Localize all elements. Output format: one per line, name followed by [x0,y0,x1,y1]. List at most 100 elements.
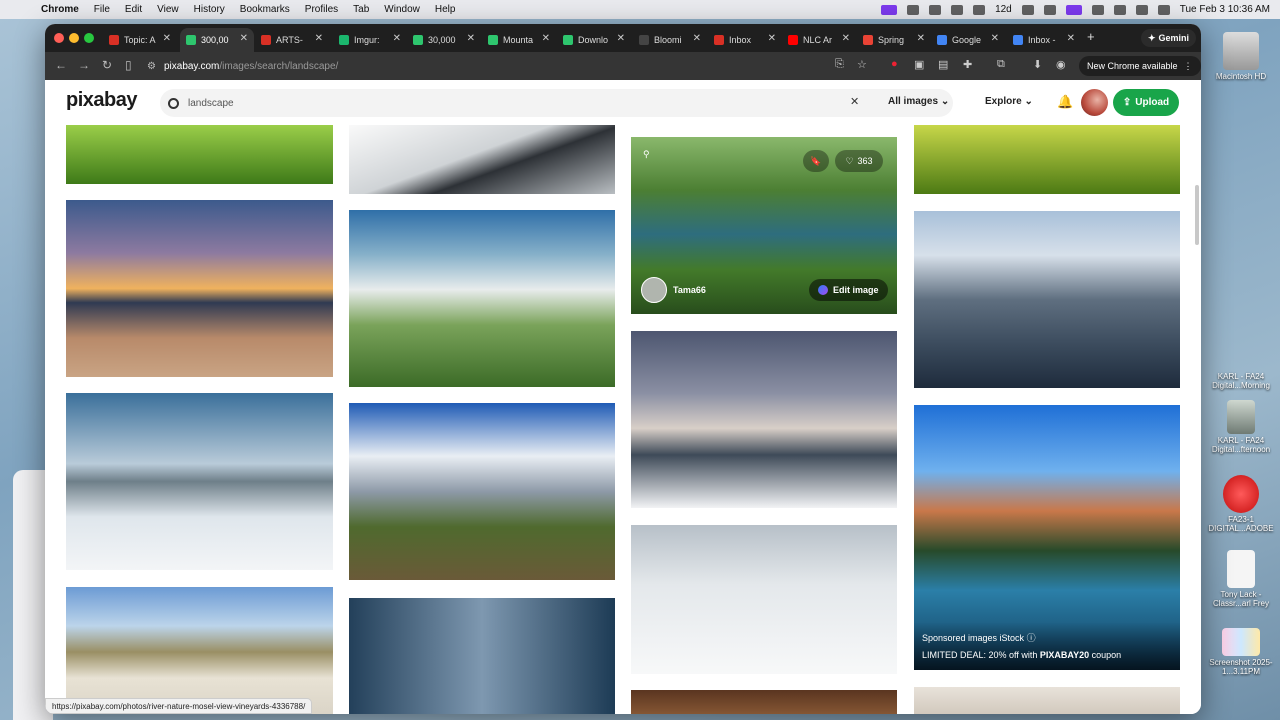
battery-icon[interactable] [1091,4,1104,15]
browser-tab[interactable]: Inbox - ✕ [1007,28,1081,52]
close-tab-icon[interactable]: ✕ [917,33,925,44]
image-snow-ridge[interactable] [349,124,615,194]
close-tab-icon[interactable]: ✕ [163,33,171,44]
browser-tab[interactable]: Spring ✕ [857,28,931,52]
extension-icon[interactable] [929,4,942,15]
menu-tab[interactable]: Tab [353,4,369,15]
close-tab-icon[interactable]: ✕ [1067,33,1075,44]
clear-search-icon[interactable]: ✕ [850,95,859,108]
image-pale-landscape[interactable] [914,687,1180,714]
menu-bookmarks[interactable]: Bookmarks [240,4,290,15]
browser-tab[interactable]: Topic: A ✕ [103,28,177,52]
close-window-button[interactable] [54,33,64,43]
menu-view[interactable]: View [157,4,179,15]
image-snow-forest[interactable] [349,598,615,714]
spotlight-icon[interactable] [1135,4,1148,15]
control-center-icon[interactable] [1157,4,1170,15]
menu-edit[interactable]: Edit [125,4,142,15]
install-app-icon[interactable]: ⎘ [835,58,844,71]
forward-arrow-icon[interactable]: → [78,58,90,72]
menubar-clock[interactable]: Tue Feb 3 10:36 AM [1180,4,1270,15]
screen-record-icon[interactable] [881,4,898,15]
browser-tab[interactable]: Inbox ✕ [708,28,782,52]
explore-menu[interactable]: Explore ⌄ [985,96,1033,107]
bookmark-button[interactable]: 🔖 [803,150,829,172]
image-frosty-forest-hill[interactable] [914,211,1180,388]
extension-icon[interactable]: ▣ [914,58,924,71]
user-avatar[interactable] [1081,89,1108,116]
close-tab-icon[interactable]: ✕ [467,33,475,44]
address-bar[interactable]: ⚙ pixabay.com /images/search/landscape/ [147,55,867,77]
site-info-icon[interactable]: ⚙ [147,61,156,72]
browser-tab[interactable]: Downlo ✕ [557,28,631,52]
like-button[interactable]: ♡ 363 [835,150,883,172]
minimize-window-button[interactable] [69,33,79,43]
info-icon[interactable]: ⓘ [1027,633,1036,643]
adblock-extension-icon[interactable]: ● [891,58,898,70]
media-type-dropdown[interactable]: All images ⌄ [888,96,949,107]
image-foggy-valley[interactable] [349,210,615,387]
new-tab-button[interactable]: + [1087,29,1095,44]
close-tab-icon[interactable]: ✕ [991,33,999,44]
close-tab-icon[interactable]: ✕ [315,33,323,44]
image-green-grass[interactable] [66,124,333,184]
notifications-bell-icon[interactable]: 🔔 [1057,94,1073,110]
close-tab-icon[interactable]: ✕ [240,33,248,44]
image-footprints-snow[interactable] [631,525,897,674]
browser-tab[interactable]: 30,000 ✕ [407,28,481,52]
browser-tab[interactable]: 300,00 ✕ [180,28,254,52]
menu-app-chrome[interactable]: Chrome [41,4,79,15]
menu-profiles[interactable]: Profiles [305,4,338,15]
coupon-line[interactable]: LIMITED DEAL: 20% off with PIXABAY20 cou… [922,650,1172,660]
browser-tab[interactable]: Bloomi ✕ [633,28,707,52]
image-snowy-mountains[interactable] [349,403,615,580]
image-snowy-trees[interactable] [631,331,897,508]
gemini-button[interactable]: ✦ Gemini [1141,29,1197,47]
desktop-item-tony-lack[interactable]: Tony Lack -Classr...arl Frey [1202,550,1280,608]
close-tab-icon[interactable]: ✕ [617,33,625,44]
browser-tab[interactable]: ARTS- ✕ [255,28,329,52]
desktop-item-screenshot[interactable]: Screenshot 2025-1...3.11PM [1202,628,1280,676]
image-sand-dunes[interactable] [66,587,333,714]
upload-button[interactable]: ⇪ Upload [1113,89,1179,116]
page-scrollbar[interactable] [1195,185,1199,245]
puzzle-extensions-icon[interactable]: ✚ [963,58,972,71]
image-green-hills[interactable] [914,124,1180,194]
close-tab-icon[interactable]: ✕ [768,33,776,44]
close-tab-icon[interactable]: ✕ [542,33,550,44]
image-wooden-structure[interactable] [631,690,897,714]
browser-tab[interactable]: NLC Ar ✕ [782,28,856,52]
drive-icon[interactable] [973,4,986,15]
browser-tab[interactable]: Mounta ✕ [482,28,556,52]
shield-icon[interactable] [1021,4,1034,15]
profile-avatar-icon[interactable]: ◉ [1056,58,1066,71]
image-sponsored-istock-lake[interactable]: Sponsored images iStock ⓘ LIMITED DEAL: … [914,405,1180,670]
close-tab-icon[interactable]: ✕ [693,33,701,44]
browser-tab[interactable]: Google ✕ [931,28,1005,52]
browser-tab[interactable]: Imgur: ✕ [333,28,407,52]
image-lake-sunset[interactable] [66,200,333,377]
zoom-window-button[interactable] [84,33,94,43]
reload-icon[interactable]: ↻ [102,58,112,72]
wifi-icon[interactable] [1113,4,1126,15]
image-river-mosel[interactable]: ⚲ 🔖 ♡ 363 Tama66 Edit image [631,137,897,314]
menu-file[interactable]: File [94,4,110,15]
author-link[interactable]: Tama66 [641,277,706,303]
image-snowy-village[interactable] [66,393,333,570]
close-tab-icon[interactable]: ✕ [842,33,850,44]
back-arrow-icon[interactable]: ← [55,58,67,72]
bookmark-star-icon[interactable]: ☆ [857,58,867,71]
close-tab-icon[interactable]: ✕ [393,33,401,44]
clock-icon[interactable] [1043,4,1056,15]
camera-icon[interactable] [951,4,964,15]
desktop-item-karl-afternoon[interactable]: KARL - FA24 Digital...fternoon [1202,400,1280,454]
new-chrome-available-button[interactable]: New Chrome available ⋮ [1079,56,1201,76]
edit-image-button[interactable]: Edit image [809,279,888,301]
plane-icon[interactable] [907,4,920,15]
download-icon[interactable]: ⬇ [1033,58,1042,71]
tab-search-icon[interactable]: ⧉ [997,58,1005,71]
pixabay-logo[interactable]: pixabay [66,89,137,112]
more-menu-icon[interactable]: ⋮ [1184,61,1193,72]
menu-history[interactable]: History [194,4,225,15]
desktop-item-karl-morning[interactable]: KARL - FA24 Digital...Morning [1202,372,1280,390]
